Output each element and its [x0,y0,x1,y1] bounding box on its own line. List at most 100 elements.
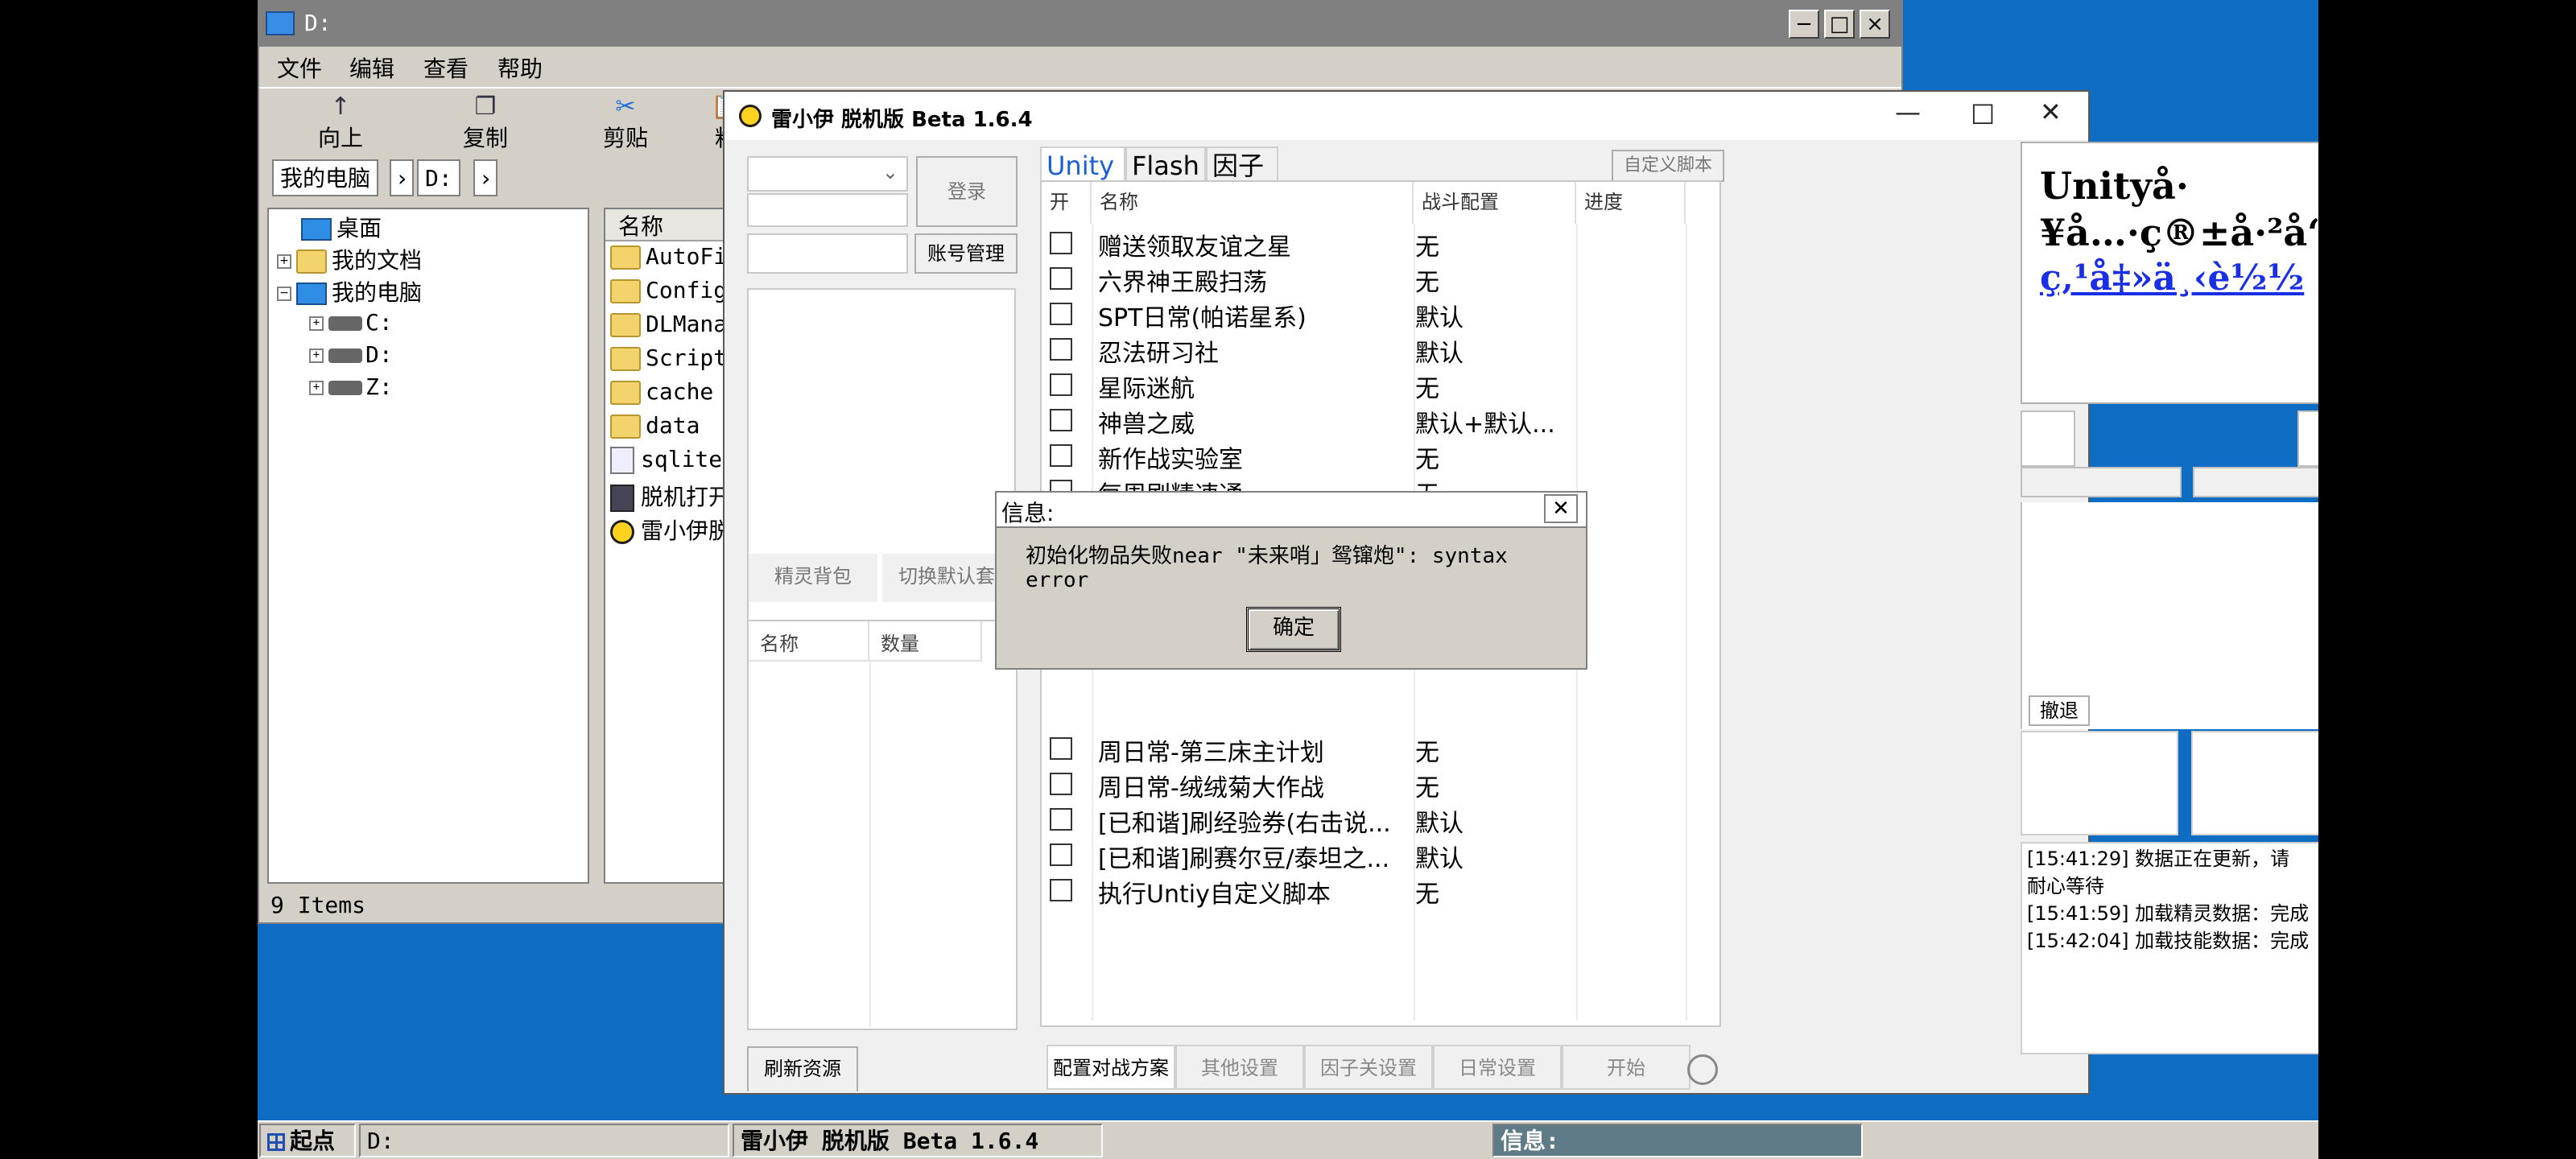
tab-flash[interactable]: Flash [1125,146,1206,185]
cut-button[interactable]: ✂ 剪贴 [589,93,662,153]
list-item[interactable]: 雷小伊脱 [610,514,731,546]
app-titlebar[interactable]: 雷小伊 脱机版 Beta 1.6.4 — □ ✕ [724,92,2088,140]
start-button[interactable]: 起点 [259,1124,356,1157]
col-enable[interactable]: 开 [1042,182,1092,224]
breadcrumb-separator-icon[interactable]: › [473,159,497,196]
task-checkbox[interactable] [1050,808,1072,831]
tree-desktop[interactable]: 桌面 [301,211,382,243]
task-checkbox[interactable] [1050,232,1072,254]
task-checkbox[interactable] [1050,843,1072,866]
tree-drive-d[interactable]: + D: [309,341,393,368]
task-checkbox[interactable] [1050,444,1072,467]
task-checkbox[interactable] [1050,737,1072,760]
list-item[interactable]: cache [610,378,713,405]
undo-button[interactable]: 撤退 [2029,695,2090,726]
tab-battle-plan[interactable]: 配置对战方案 [1046,1045,1175,1090]
table-row[interactable]: 执行Untiy自定义脚本 无 [1042,872,1718,909]
start-button[interactable]: 开始 [1562,1045,1690,1090]
task-checkbox[interactable] [1050,879,1072,901]
account-manage-button[interactable]: 账号管理 [914,233,1018,274]
clock-icon[interactable] [1687,1054,1718,1085]
task-checkbox[interactable] [1050,303,1072,325]
table-row[interactable]: 周日常-第三床主计划 无 [1042,731,1718,767]
table-row[interactable]: [已和谐]刷赛尔豆/泰坦之... 默认 [1042,837,1718,873]
tree-drive-c[interactable]: + C: [309,309,393,336]
table-row[interactable]: 赠送领取友谊之星 无 [1042,225,1718,262]
skill-field[interactable] [2021,467,2182,497]
table-row[interactable]: 忍法研习社 默认 [1042,332,1718,368]
table-row[interactable]: 周日常-绒绒菊大作战 无 [1042,766,1718,802]
list-item[interactable]: 脱机打开 [610,480,731,512]
switch-default-button[interactable]: 切换默认套 [882,554,1011,602]
announcement-download-link[interactable]: ç‚¹å‡»ä¸‹è½½ [2040,258,2304,299]
tab-other-settings[interactable]: 其他设置 [1175,1045,1304,1090]
dialog-titlebar[interactable]: 信息: ✕ [997,493,1586,528]
copy-button[interactable]: ❐ 复制 [449,93,522,153]
breadcrumb-d[interactable]: D: [417,159,460,196]
table-row[interactable]: 星际迷航 无 [1042,367,1718,403]
tab-unity[interactable]: Unity [1040,146,1125,185]
table-row[interactable]: 六界神王殿扫荡 无 [1042,261,1718,297]
maximize-button[interactable]: □ [1971,97,1995,127]
table-row[interactable]: [已和谐]刷经验券(右击说... 默认 [1042,802,1718,838]
table-row[interactable]: SPT日常(帕诺星系) 默认 [1042,296,1718,332]
custom-script-button[interactable]: 自定义脚本 [1612,150,1724,182]
taskbar-item-app[interactable]: 雷小伊 脱机版 Beta 1.6.4 [733,1124,1103,1157]
list-item[interactable]: AutoFig [610,243,741,270]
close-button[interactable]: × [1860,10,1890,39]
task-checkbox[interactable] [1050,373,1072,396]
list-item[interactable]: Script [610,344,727,371]
menu-edit[interactable]: 编辑 [349,52,394,84]
inventory-col-qty[interactable]: 数量 [869,621,982,662]
breadcrumb-separator-icon[interactable]: › [390,159,414,196]
tree-my-docs[interactable]: + 我的文档 [277,243,422,275]
tab-factor[interactable]: 因子 [1206,146,1278,185]
menu-help[interactable]: 帮助 [497,52,543,84]
login-button[interactable]: 登录 [916,156,1018,227]
list-item[interactable]: Config [610,277,727,303]
skill-field[interactable] [2193,467,2318,497]
expand-icon[interactable]: + [309,349,324,363]
dialog-ok-button[interactable]: 确定 [1246,607,1341,652]
taskbar-item-dialog[interactable]: 信息: [1492,1124,1863,1157]
list-item[interactable]: sqlite3 [610,446,736,474]
col-name[interactable]: 名称 [1092,182,1414,224]
tab-daily-settings[interactable]: 日常设置 [1433,1045,1562,1090]
expand-icon[interactable]: + [277,254,291,269]
minimize-button[interactable]: − [1789,10,1819,39]
expand-icon[interactable]: + [309,316,324,331]
col-battle-config[interactable]: 战斗配置 [1414,182,1576,224]
taskbar-item-explorer[interactable]: D: [359,1124,729,1157]
breadcrumb-my-pc[interactable]: 我的电脑 [272,159,379,196]
password-field[interactable] [747,193,908,227]
dialog-close-button[interactable]: ✕ [1544,494,1578,523]
task-checkbox[interactable] [1050,267,1072,290]
list-item[interactable]: data [610,412,700,439]
menu-file[interactable]: 文件 [277,52,322,84]
maximize-button[interactable]: □ [1824,10,1855,39]
tree-my-pc[interactable]: − 我的电脑 [277,275,422,307]
task-checkbox[interactable] [1050,773,1072,795]
up-button[interactable]: ↑ 向上 [304,93,377,153]
account-select[interactable]: ⌄ [747,156,908,192]
menu-view[interactable]: 查看 [423,52,469,84]
list-item[interactable]: DLManag [610,311,741,337]
minimize-button[interactable]: — [1895,97,1921,127]
tree-drive-z[interactable]: + Z: [309,373,393,400]
inventory-col-name[interactable]: 名称 [749,621,869,662]
spirit-bag-button[interactable]: 精灵背包 [749,554,877,602]
skill-slot[interactable] [2297,410,2318,467]
task-checkbox[interactable] [1050,338,1072,361]
collapse-icon[interactable]: − [277,287,291,301]
task-checkbox[interactable] [1050,409,1072,431]
refresh-resources-button[interactable]: 刷新资源 [747,1046,858,1091]
table-row[interactable]: 神兽之威 默认+默认... [1042,402,1718,439]
tab-factor-settings[interactable]: 因子关设置 [1304,1045,1433,1090]
account-input[interactable] [747,233,908,274]
table-row[interactable]: 新作战实验室 无 [1042,438,1718,474]
expand-icon[interactable]: + [309,381,324,395]
close-button[interactable]: ✕ [2040,97,2062,127]
explorer-titlebar[interactable]: D: − □ × [259,2,1901,47]
skill-slot[interactable] [2021,410,2075,467]
col-progress[interactable]: 进度 [1576,182,1686,224]
